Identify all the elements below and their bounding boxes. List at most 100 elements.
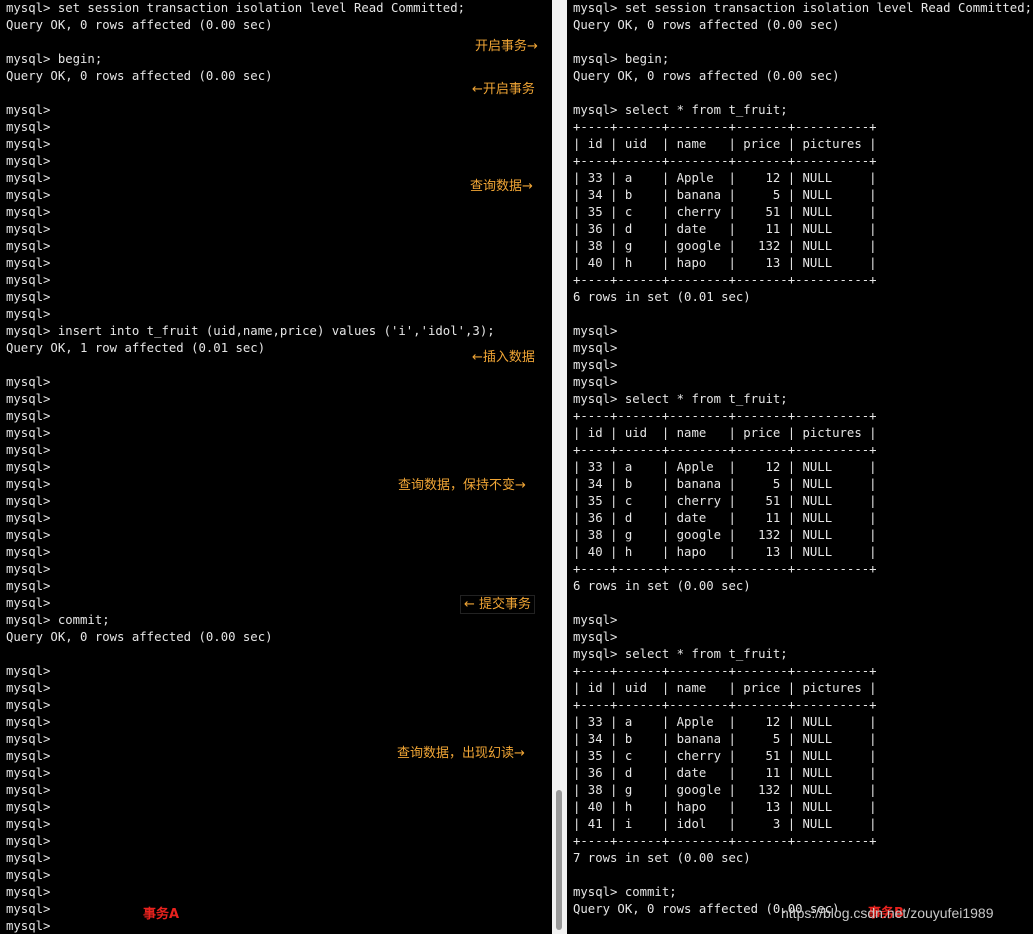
terminal-line: mysql> [573, 630, 618, 644]
terminal-line: | 35 | c | cherry | 51 | NULL | [573, 494, 877, 508]
terminal-line: mysql> [6, 103, 51, 117]
terminal-line: mysql> commit; [6, 613, 110, 627]
terminal-line: mysql> [6, 120, 51, 134]
terminal-line: Query OK, 0 rows affected (0.00 sec) [6, 69, 273, 83]
terminal-line: mysql> [6, 919, 51, 933]
terminal-line: | 34 | b | banana | 5 | NULL | [573, 188, 877, 202]
terminal-line: mysql> [6, 579, 51, 593]
terminal-line: mysql> select * from t_fruit; [573, 647, 788, 661]
terminal-line: | 34 | b | banana | 5 | NULL | [573, 477, 877, 491]
terminal-line: | 35 | c | cherry | 51 | NULL | [573, 749, 877, 763]
terminal-line: mysql> [6, 375, 51, 389]
annotation-commit: ← 提交事务 [460, 595, 536, 614]
terminal-line: mysql> [6, 307, 51, 321]
terminal-line: mysql> [6, 851, 51, 865]
terminal-line: mysql> select * from t_fruit; [573, 392, 788, 406]
terminal-line: | 36 | d | date | 11 | NULL | [573, 511, 877, 525]
terminal-line: mysql> [6, 256, 51, 270]
terminal-line: | id | uid | name | price | pictures | [573, 137, 877, 151]
annotation-start-txn-b: 开启事务→ [475, 39, 538, 54]
terminal-line: mysql> [6, 528, 51, 542]
terminal-line: mysql> [6, 868, 51, 882]
terminal-line: mysql> insert into t_fruit (uid,name,pri… [6, 324, 495, 338]
terminal-line: mysql> [573, 613, 618, 627]
terminal-line: 6 rows in set (0.00 sec) [573, 579, 751, 593]
terminal-line: mysql> [573, 375, 618, 389]
annotation-query-2: 查询数据，保持不变→ [398, 478, 526, 493]
terminal-line: mysql> [6, 392, 51, 406]
terminal-line: mysql> set session transaction isolation… [6, 1, 466, 15]
terminal-line: Query OK, 0 rows affected (0.00 sec) [6, 18, 273, 32]
terminal-line: | 33 | a | Apple | 12 | NULL | [573, 715, 877, 729]
scrollbar-thumb[interactable] [556, 790, 562, 930]
terminal-line: Query OK, 0 rows affected (0.00 sec) [6, 630, 273, 644]
terminal-line: | 38 | g | google | 132 | NULL | [573, 783, 877, 797]
terminal-line: | 40 | h | hapo | 13 | NULL | [573, 800, 877, 814]
terminal-line: +----+------+--------+-------+----------… [573, 834, 877, 848]
terminal-line: mysql> [6, 171, 51, 185]
terminal-line: mysql> [6, 817, 51, 831]
terminal-line: mysql> [6, 290, 51, 304]
terminal-line: +----+------+--------+-------+----------… [573, 120, 877, 134]
terminal-line: mysql> [6, 494, 51, 508]
terminal-line: +----+------+--------+-------+----------… [573, 409, 877, 423]
terminal-output-a: mysql> set session transaction isolation… [6, 0, 495, 934]
terminal-line: mysql> [6, 239, 51, 253]
terminal-line: mysql> [6, 783, 51, 797]
terminal-line: mysql> [6, 409, 51, 423]
terminal-pane-b[interactable]: mysql> set session transaction isolation… [567, 0, 1033, 934]
terminal-line: mysql> [6, 596, 51, 610]
terminal-line: | 38 | g | google | 132 | NULL | [573, 528, 877, 542]
terminal-line: mysql> [6, 885, 51, 899]
session-label-a: 事务A [143, 907, 180, 922]
terminal-line: mysql> [6, 188, 51, 202]
terminal-line: mysql> commit; [573, 885, 677, 899]
terminal-line: mysql> [6, 460, 51, 474]
terminal-line: | 33 | a | Apple | 12 | NULL | [573, 460, 877, 474]
terminal-line: mysql> set session transaction isolation… [573, 1, 1033, 15]
terminal-line: mysql> [6, 681, 51, 695]
terminal-line: mysql> [6, 800, 51, 814]
terminal-line: | 35 | c | cherry | 51 | NULL | [573, 205, 877, 219]
terminal-line: mysql> [6, 222, 51, 236]
terminal-pane-a[interactable]: mysql> set session transaction isolation… [0, 0, 552, 934]
watermark: https://blog.csdn.net/zouyufei1989 [781, 905, 994, 921]
terminal-line: mysql> [6, 511, 51, 525]
terminal-line: mysql> [6, 834, 51, 848]
annotation-query-1: 查询数据→ [470, 179, 533, 194]
terminal-line: | 40 | h | hapo | 13 | NULL | [573, 256, 877, 270]
terminal-line: | 34 | b | banana | 5 | NULL | [573, 732, 877, 746]
terminal-line: mysql> [6, 766, 51, 780]
terminal-line: +----+------+--------+-------+----------… [573, 698, 877, 712]
terminal-line: mysql> select * from t_fruit; [573, 103, 788, 117]
terminal-line: +----+------+--------+-------+----------… [573, 562, 877, 576]
terminal-line: mysql> [6, 137, 51, 151]
terminal-line: mysql> [573, 358, 618, 372]
terminal-line: mysql> [6, 664, 51, 678]
terminal-line: mysql> [573, 341, 618, 355]
terminal-line: | id | uid | name | price | pictures | [573, 426, 877, 440]
terminal-line: +----+------+--------+-------+----------… [573, 664, 877, 678]
terminal-line: | 40 | h | hapo | 13 | NULL | [573, 545, 877, 559]
terminal-line: | 38 | g | google | 132 | NULL | [573, 239, 877, 253]
terminal-line: Query OK, 0 rows affected (0.00 sec) [573, 69, 840, 83]
terminal-line: | 36 | d | date | 11 | NULL | [573, 222, 877, 236]
annotation-insert: ←插入数据 [472, 350, 535, 365]
terminal-line: 6 rows in set (0.01 sec) [573, 290, 751, 304]
terminal-line: mysql> [6, 545, 51, 559]
terminal-line: +----+------+--------+-------+----------… [573, 273, 877, 287]
terminal-line: mysql> [573, 324, 618, 338]
terminal-line: +----+------+--------+-------+----------… [573, 443, 877, 457]
terminal-line: mysql> [6, 443, 51, 457]
terminal-line: mysql> [6, 205, 51, 219]
terminal-line: 7 rows in set (0.00 sec) [573, 851, 751, 865]
